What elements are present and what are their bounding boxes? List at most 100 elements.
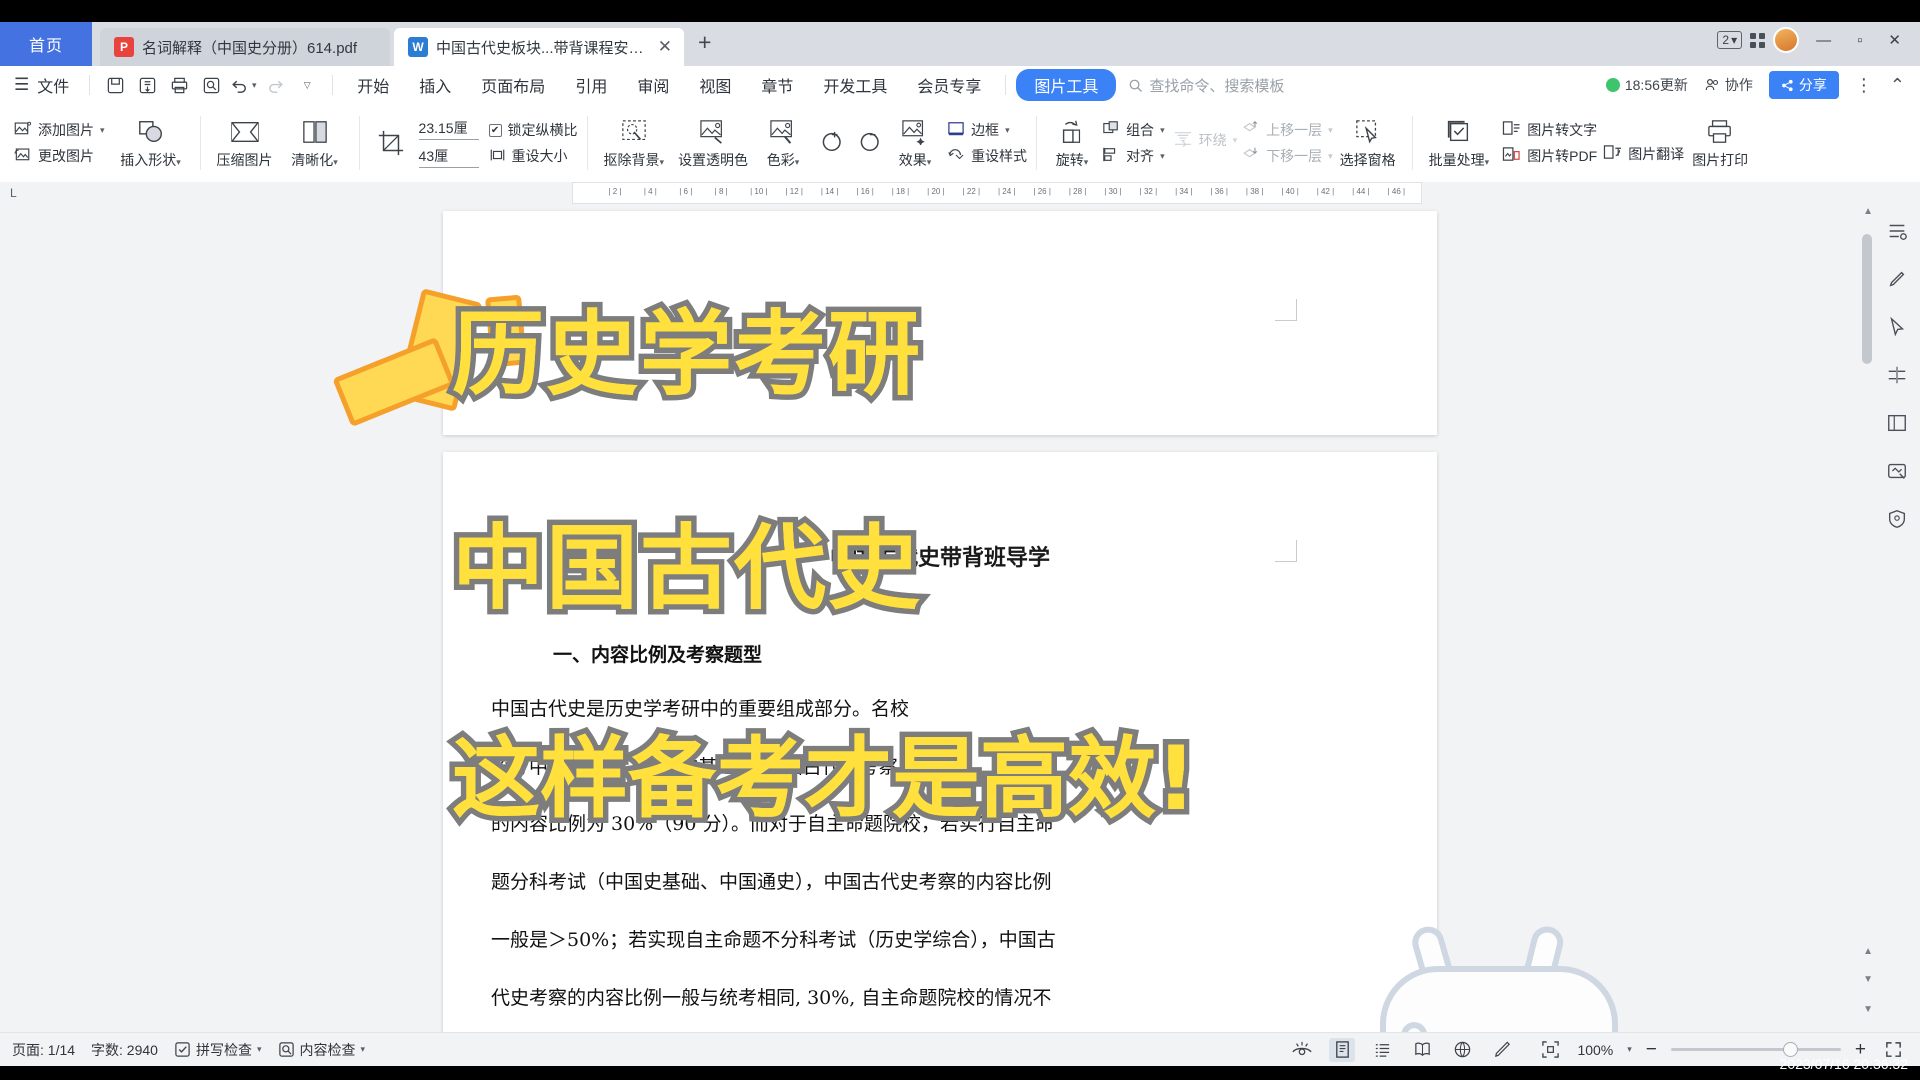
save-as-icon[interactable] [132, 72, 162, 98]
menu-item-start[interactable]: 开始 [343, 70, 403, 100]
brightness-up-button[interactable] [811, 108, 849, 178]
selection-pane-button[interactable]: 选择窗格 [1333, 108, 1403, 178]
select-cursor-icon[interactable] [1884, 314, 1910, 340]
zoom-slider[interactable] [1670, 1042, 1841, 1057]
collapse-ribbon-icon[interactable]: ⌃ [1890, 75, 1906, 96]
more-options-icon[interactable]: ⋮ [1855, 75, 1874, 96]
screenshot-icon[interactable] [1884, 458, 1910, 484]
fit-page-icon[interactable] [1537, 1038, 1563, 1062]
outline-view-icon[interactable] [1369, 1038, 1395, 1062]
reading-view-icon[interactable] [1409, 1038, 1435, 1062]
close-button[interactable]: ✕ [1879, 29, 1910, 51]
add-picture-button[interactable]: 添加图片 ▾ [14, 120, 105, 140]
contentcheck-button[interactable]: 内容检查 ▾ [278, 1040, 365, 1060]
minimize-button[interactable]: — [1807, 30, 1840, 51]
print-icon[interactable] [164, 72, 194, 98]
document-map-icon[interactable] [1884, 410, 1910, 436]
security-icon[interactable] [1884, 506, 1910, 532]
effects-button[interactable]: 效果▾ [887, 108, 943, 178]
file-menu[interactable]: 文件 [34, 71, 79, 99]
zoom-level[interactable]: 100% [1577, 1042, 1613, 1058]
vertical-scrollbar[interactable]: ▲ ▲ ▼ ▼ [1860, 204, 1874, 1032]
menu-item-member[interactable]: 会员专享 [903, 70, 995, 100]
scroll-page-down-icon[interactable]: ▼ [1863, 974, 1873, 985]
border-button[interactable]: 边框 ▾ [947, 120, 1027, 140]
customize-qat-icon[interactable]: ▽ [292, 72, 322, 98]
close-icon[interactable]: ✕ [658, 37, 672, 57]
remove-background-button[interactable]: 抠除背景▾ [597, 108, 672, 178]
hamburger-icon[interactable]: ☰ [14, 75, 29, 95]
scroll-page-up-icon[interactable]: ▲ [1863, 946, 1873, 957]
spellcheck-button[interactable]: 拼写检查 ▾ [174, 1040, 262, 1060]
word-count[interactable]: 字数: 2940 [91, 1040, 158, 1060]
zoom-out-button[interactable]: − [1646, 1039, 1657, 1061]
chevron-down-icon[interactable]: ▾ [100, 125, 105, 136]
change-picture-button[interactable]: 更改图片 [14, 146, 105, 166]
picture-translate-button[interactable]: 图片翻译 [1603, 144, 1684, 164]
bring-forward-button-row[interactable]: 上移一层 ▾ [1241, 120, 1333, 140]
search-box[interactable]: 查找命令、搜索模板 [1128, 75, 1284, 96]
tab-grid-icon[interactable] [1750, 32, 1766, 48]
zoom-slider-knob[interactable] [1782, 1042, 1798, 1057]
share-button[interactable]: 分享 [1768, 71, 1839, 99]
new-tab-button[interactable]: + [684, 29, 725, 60]
save-icon[interactable] [100, 72, 130, 98]
undo-icon[interactable]: ▾ [228, 72, 258, 98]
picture-print-button[interactable]: 图片打印 [1684, 108, 1756, 178]
maximize-button[interactable]: ▫ [1848, 30, 1871, 51]
menu-item-section[interactable]: 章节 [747, 70, 807, 100]
horizontal-ruler[interactable]: | 2 | | 4 | | 6 | | 8 | | 10 | | 12 | | 14 | | … [572, 182, 1422, 204]
sharpen-picture-button[interactable]: 清晰化▾ [280, 108, 350, 178]
collaborate-button[interactable]: 协作 [1704, 75, 1753, 95]
menu-item-dev-tools[interactable]: 开发工具 [809, 70, 901, 100]
picture-to-pdf-button[interactable]: 图片转PDF [1502, 146, 1597, 166]
document-tab-word[interactable]: W 中国古代史板块...带背课程安排表 ✕ [394, 28, 684, 66]
text-wrap-button[interactable]: 环绕 ▾ [1173, 130, 1237, 150]
redo-icon[interactable] [260, 72, 290, 98]
insert-shape-button[interactable]: 插入形状▾ [111, 108, 191, 178]
web-view-icon[interactable] [1449, 1038, 1475, 1062]
document-tab-pdf[interactable]: P 名词解释（中国史分册）614.pdf [100, 28, 390, 66]
rotate-button[interactable]: 旋转▾ [1046, 108, 1098, 178]
update-status[interactable]: 18:56更新 [1605, 75, 1688, 95]
picture-to-text-button[interactable]: 图片转文字 [1502, 120, 1597, 140]
pen-tool-icon[interactable] [1884, 266, 1910, 292]
print-preview-icon[interactable] [196, 72, 226, 98]
reset-style-button[interactable]: 重设样式 [947, 146, 1027, 166]
tab-count-badge[interactable]: 2 ▾ [1717, 31, 1743, 49]
compare-icon[interactable] [1884, 362, 1910, 388]
batch-process-button[interactable]: 批量处理▾ [1422, 108, 1497, 178]
menu-item-insert[interactable]: 插入 [405, 70, 465, 100]
selection-pane-label: 选择窗格 [1339, 151, 1396, 168]
ink-view-icon[interactable] [1489, 1038, 1515, 1062]
page-view-icon[interactable] [1329, 1037, 1356, 1062]
menu-item-reference[interactable]: 引用 [561, 70, 621, 100]
group-button[interactable]: 组合 ▾ [1102, 120, 1165, 140]
ruler-corner-label[interactable]: L [10, 186, 17, 200]
style-pane-icon[interactable] [1884, 218, 1910, 244]
document-workspace[interactable]: 中国古代史带背班导学 一、内容比例及考察题型 中国古代史是历史学考研中的重要组成… [0, 204, 1920, 1080]
tab-picture-tools[interactable]: 图片工具 [1016, 69, 1117, 101]
picture-height-field[interactable]: 43厘 [418, 146, 479, 168]
lock-aspect-ratio-checkbox[interactable]: ✔ 锁定纵横比 [488, 120, 578, 140]
scrollbar-thumb[interactable] [1862, 234, 1872, 364]
page-indicator[interactable]: 页面: 1/14 [12, 1040, 75, 1060]
picture-width-field[interactable]: 23.15厘 [418, 118, 479, 140]
zoom-dropdown-icon[interactable]: ▾ [1627, 1044, 1632, 1055]
scroll-up-icon[interactable]: ▲ [1863, 206, 1873, 217]
send-backward-button-row[interactable]: 下移一层 ▾ [1241, 146, 1333, 166]
focus-mode-icon[interactable] [1289, 1038, 1315, 1062]
menu-item-review[interactable]: 审阅 [623, 70, 683, 100]
avatar[interactable] [1773, 27, 1800, 53]
scroll-down-icon[interactable]: ▼ [1863, 1004, 1873, 1015]
crop-button[interactable] [369, 108, 413, 178]
set-transparent-color-button[interactable]: 设置透明色 [671, 108, 755, 178]
reset-size-button[interactable]: 重设大小 [489, 146, 578, 166]
align-button[interactable]: 对齐 ▾ [1102, 146, 1165, 166]
menu-item-view[interactable]: 视图 [685, 70, 745, 100]
menu-item-page-layout[interactable]: 页面布局 [467, 70, 559, 100]
color-button[interactable]: 色彩▾ [755, 108, 811, 178]
compress-picture-button[interactable]: 压缩图片 [210, 108, 280, 178]
brightness-down-button[interactable] [849, 108, 887, 178]
home-tab[interactable]: 首页 [0, 22, 92, 66]
